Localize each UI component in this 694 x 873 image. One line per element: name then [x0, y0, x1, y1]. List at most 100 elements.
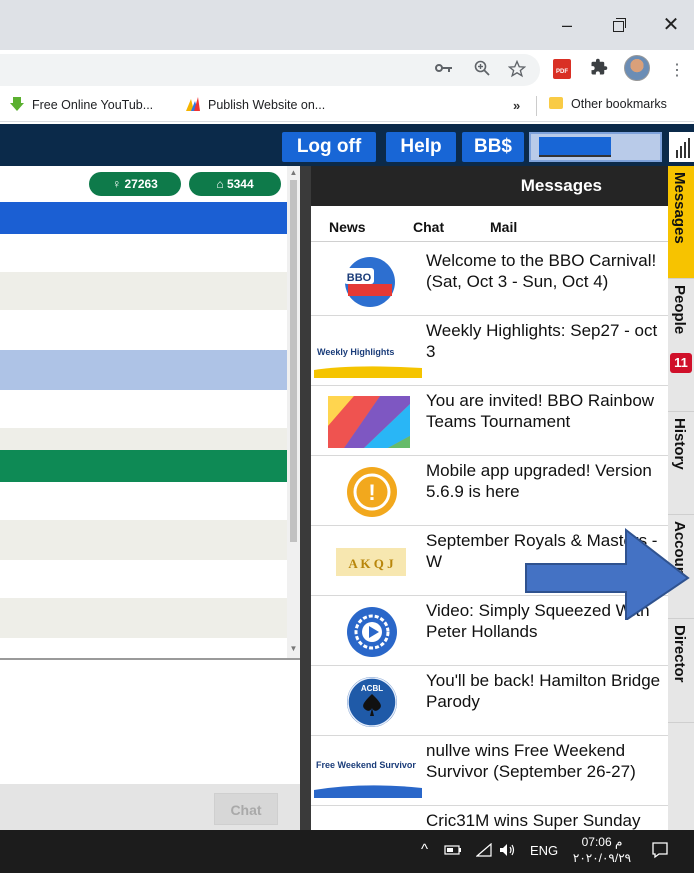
video-play-icon — [314, 606, 422, 658]
news-item-text: Weekly Highlights: Sep27 - oct 3 — [426, 321, 658, 361]
pdf-extension-icon[interactable]: PDF — [553, 59, 571, 79]
key-icon[interactable] — [433, 60, 455, 80]
bbo-header: Log off Help BB$ — [0, 124, 694, 166]
svg-text:BBO: BBO — [347, 272, 372, 284]
notification-icon[interactable] — [651, 841, 669, 862]
tables-count: 5344 — [226, 177, 254, 191]
list-row[interactable] — [0, 450, 287, 482]
users-count: 27263 — [124, 177, 158, 191]
close-window-button[interactable]: ✕ — [656, 12, 686, 38]
news-item-text: You'll be back! Hamilton Bridge Parody — [426, 671, 661, 711]
news-item-text: Welcome to the BBO Carnival! (Sat, Oct 3… — [426, 251, 657, 291]
list-row[interactable] — [0, 520, 287, 560]
list-row[interactable] — [0, 390, 287, 428]
username-redacted — [539, 137, 611, 157]
svg-text:ACBL: ACBL — [361, 684, 383, 693]
svg-text:!: ! — [368, 480, 375, 505]
messages-panel: Messages News Chat Mail BBO Welcome to t… — [311, 166, 668, 873]
royals-masters-thumb: A K Q J — [314, 536, 422, 588]
list-row[interactable] — [0, 272, 287, 310]
tab-history[interactable]: History — [668, 412, 694, 515]
address-bar[interactable] — [0, 54, 540, 86]
tables-icon: ⌂ — [216, 177, 224, 191]
other-bookmarks-label: Other bookmarks — [571, 97, 667, 111]
lobby-scrollbar[interactable]: ▲ ▼ — [287, 166, 300, 658]
bookmark-label: Free Online YouTub... — [32, 98, 154, 112]
colorful-logo-icon — [186, 97, 200, 111]
chat-input-bar: Chat — [0, 784, 300, 832]
menu-icon[interactable]: ⋮ — [669, 60, 685, 80]
chat-send-button[interactable]: Chat — [214, 793, 278, 825]
messages-tabs: News Chat Mail — [311, 206, 668, 242]
tab-chat[interactable]: Chat — [413, 219, 444, 235]
minimize-button[interactable]: – — [552, 12, 582, 38]
folder-icon — [549, 97, 563, 109]
users-count-badge[interactable]: ♀ 27263 — [89, 172, 181, 196]
news-item[interactable]: Free Weekend Survivor nullve wins Free W… — [311, 736, 668, 806]
svg-text:Free Weekend Survivor: Free Weekend Survivor — [316, 760, 416, 770]
scroll-up-icon[interactable]: ▲ — [287, 168, 300, 177]
scroll-down-icon[interactable]: ▼ — [287, 644, 300, 653]
news-item[interactable]: ! Mobile app upgraded! Version 5.6.9 is … — [311, 456, 668, 526]
username-field[interactable] — [529, 132, 662, 162]
connection-signal-icon — [669, 132, 694, 162]
tab-messages[interactable]: Messages — [668, 166, 694, 279]
volume-icon[interactable] — [499, 843, 517, 860]
pointer-arrow-overlay — [525, 527, 690, 620]
restore-icon — [612, 18, 626, 32]
chat-log — [0, 660, 300, 784]
extensions-icon[interactable] — [590, 58, 608, 81]
tab-director[interactable]: Director — [668, 619, 694, 723]
tab-people[interactable]: People 11 — [668, 279, 694, 412]
news-item[interactable]: Weekly Highlights Weekly Highlights: Sep… — [311, 316, 668, 386]
battery-icon[interactable] — [444, 843, 462, 860]
list-row[interactable] — [0, 560, 287, 598]
panel-divider[interactable] — [300, 166, 311, 830]
bookmark-star-icon[interactable] — [506, 59, 528, 80]
other-bookmarks[interactable]: Other bookmarks — [549, 97, 667, 111]
side-tabs: Messages People 11 History Account Direc… — [668, 166, 694, 830]
wifi-icon[interactable] — [475, 842, 492, 860]
scroll-thumb[interactable] — [290, 180, 297, 542]
list-row[interactable] — [0, 638, 287, 658]
news-item[interactable]: You are invited! BBO Rainbow Teams Tourn… — [311, 386, 668, 456]
bbs-button[interactable]: BB$ — [462, 132, 524, 162]
rainbow-balloon-thumb — [314, 396, 422, 448]
language-indicator[interactable]: ENG — [530, 843, 558, 858]
tray-chevron-icon[interactable]: ^ — [421, 841, 428, 858]
news-item[interactable]: ACBL You'll be back! Hamilton Bridge Par… — [311, 666, 668, 736]
log-off-button[interactable]: Log off — [282, 132, 376, 162]
list-row[interactable] — [0, 598, 287, 638]
help-button[interactable]: Help — [386, 132, 456, 162]
bookmark-divider — [536, 96, 537, 116]
tab-news[interactable]: News — [329, 219, 366, 235]
profile-avatar[interactable] — [624, 55, 650, 81]
list-row-selected[interactable] — [0, 202, 287, 234]
list-row[interactable] — [0, 310, 287, 350]
news-item[interactable]: BBO Welcome to the BBO Carnival! (Sat, O… — [311, 246, 668, 316]
messages-title: Messages — [311, 166, 668, 206]
bbo-carnival-logo: BBO — [314, 256, 422, 308]
screen: – ✕ PDF ⋮ Free Online YouTub... Publish … — [0, 0, 694, 873]
browser-titlebar: – ✕ — [0, 0, 694, 50]
list-row[interactable] — [0, 428, 287, 450]
list-row[interactable] — [0, 234, 287, 272]
list-row[interactable] — [0, 482, 287, 520]
bookmarks-overflow-chevron[interactable]: » — [513, 98, 520, 113]
tables-count-badge[interactable]: ⌂ 5344 — [189, 172, 281, 196]
zoom-icon[interactable] — [471, 60, 493, 80]
bookmark-label: Publish Website on... — [208, 98, 326, 112]
svg-text:A K Q J: A K Q J — [348, 556, 394, 571]
people-count-badge: 11 — [670, 353, 692, 373]
maximize-button[interactable] — [603, 12, 633, 38]
bookmark-item-publish[interactable]: Publish Website on... — [186, 97, 325, 112]
clock[interactable]: 07:06 م ٢٠٢٠/٠٩/٢٩ — [570, 834, 634, 866]
list-row[interactable] — [0, 350, 287, 390]
svg-text:Weekly Highlights: Weekly Highlights — [317, 347, 394, 357]
tab-mail[interactable]: Mail — [490, 219, 517, 235]
lobby-panel: ♀ 27263 ⌂ 5344 ▲ ▼ Chat — [0, 166, 300, 832]
news-item-text: Cric31M wins Super Sunday — [426, 811, 641, 830]
bookmark-item-youtube[interactable]: Free Online YouTub... — [10, 97, 153, 112]
news-item-text: Mobile app upgraded! Version 5.6.9 is he… — [426, 461, 652, 501]
clock-time: 07:06 م — [581, 835, 623, 849]
